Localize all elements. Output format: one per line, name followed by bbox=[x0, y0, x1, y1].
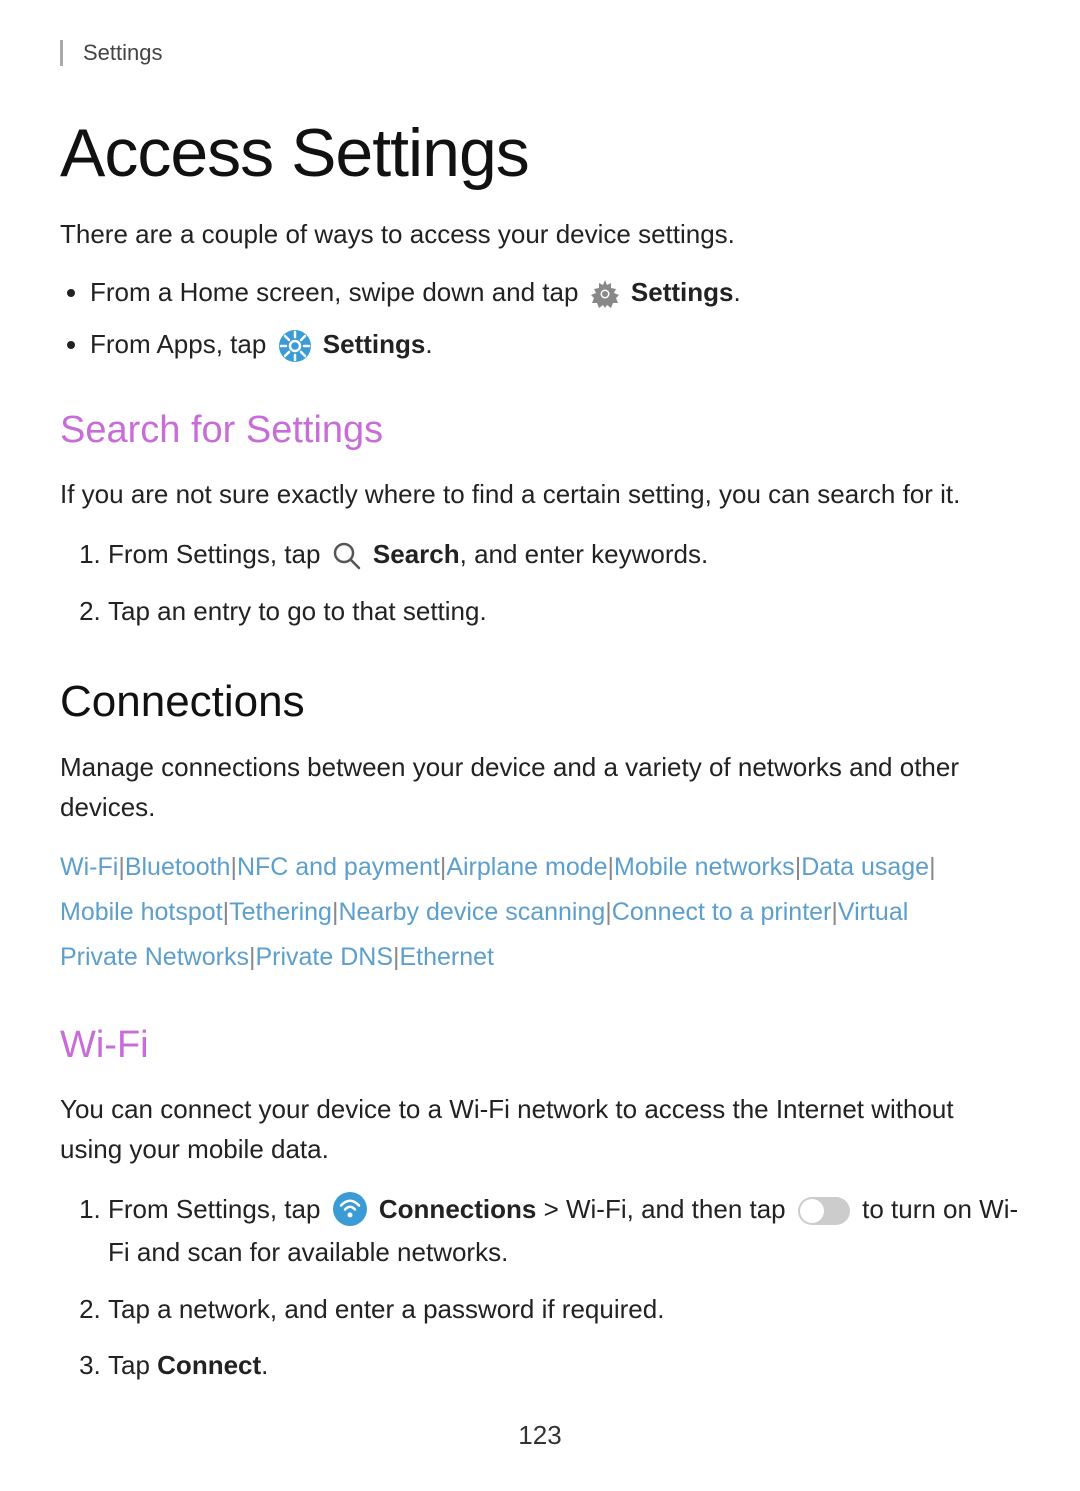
access-bullet-2: From Apps, tap Settings. bbox=[90, 324, 1020, 366]
wifi-step3-bold: Connect bbox=[157, 1350, 261, 1380]
link-bluetooth[interactable]: Bluetooth bbox=[125, 853, 231, 881]
connections-title: Connections bbox=[60, 677, 1020, 727]
link-ethernet[interactable]: Ethernet bbox=[400, 943, 495, 971]
wifi-steps-list: From Settings, tap Connections > Wi-Fi, … bbox=[108, 1188, 1020, 1388]
step1-prefix: From Settings, tap bbox=[108, 539, 320, 569]
wifi-step-3: Tap Connect. bbox=[108, 1344, 1020, 1387]
bullet2-suffix: . bbox=[425, 329, 432, 359]
link-tethering[interactable]: Tethering bbox=[229, 898, 332, 926]
wifi-step-1: From Settings, tap Connections > Wi-Fi, … bbox=[108, 1188, 1020, 1274]
wifi-step3-suffix: . bbox=[261, 1350, 268, 1380]
bullet2-bold: Settings bbox=[323, 329, 426, 359]
page-container: Settings Access Settings There are a cou… bbox=[0, 0, 1080, 1491]
wifi-step1-prefix: From Settings, tap bbox=[108, 1194, 320, 1224]
link-mobile-hotspot[interactable]: Mobile hotspot bbox=[60, 898, 223, 926]
wifi-step3-prefix: Tap bbox=[108, 1350, 150, 1380]
connections-links: Wi-Fi|Bluetooth|NFC and payment|Airplane… bbox=[60, 845, 1020, 980]
link-data-usage[interactable]: Data usage bbox=[801, 853, 929, 881]
wifi-intro: You can connect your device to a Wi-Fi n… bbox=[60, 1089, 1020, 1170]
access-settings-section: Access Settings There are a couple of wa… bbox=[60, 114, 1020, 365]
search-settings-section: Search for Settings If you are not sure … bbox=[60, 409, 1020, 632]
search-settings-intro: If you are not sure exactly where to fin… bbox=[60, 474, 1020, 514]
link-wifi[interactable]: Wi-Fi bbox=[60, 853, 118, 881]
wifi-step1-connections: Connections bbox=[379, 1194, 536, 1224]
link-nearby-scanning[interactable]: Nearby device scanning bbox=[338, 898, 605, 926]
bullet1-prefix: From a Home screen, swipe down and tap bbox=[90, 277, 578, 307]
wifi-step-2: Tap a network, and enter a password if r… bbox=[108, 1288, 1020, 1331]
search-steps-list: From Settings, tap Search, and enter key… bbox=[108, 533, 1020, 633]
page-number: 123 bbox=[518, 1420, 561, 1451]
search-step-2: Tap an entry to go to that setting. bbox=[108, 590, 1020, 633]
search-step-1: From Settings, tap Search, and enter key… bbox=[108, 533, 1020, 576]
step1-suffix: , and enter keywords. bbox=[460, 539, 709, 569]
apps-settings-icon bbox=[278, 329, 312, 363]
access-settings-title: Access Settings bbox=[60, 114, 1020, 192]
link-airplane[interactable]: Airplane mode bbox=[446, 853, 607, 881]
connections-intro: Manage connections between your device a… bbox=[60, 747, 1020, 828]
connections-wifi-icon bbox=[332, 1191, 368, 1227]
access-settings-list: From a Home screen, swipe down and tap S… bbox=[90, 272, 1020, 365]
bullet1-suffix: . bbox=[734, 277, 741, 307]
search-icon bbox=[332, 541, 362, 571]
wifi-section: Wi-Fi You can connect your device to a W… bbox=[60, 1024, 1020, 1387]
bullet1-bold: Settings bbox=[631, 277, 734, 307]
toggle-icon bbox=[798, 1197, 850, 1225]
access-settings-intro: There are a couple of ways to access you… bbox=[60, 214, 1020, 254]
link-private-dns[interactable]: Private DNS bbox=[255, 943, 393, 971]
link-mobile-networks[interactable]: Mobile networks bbox=[614, 853, 795, 881]
wifi-step1-middle: > Wi-Fi, and then tap bbox=[544, 1194, 786, 1224]
access-bullet-1: From a Home screen, swipe down and tap S… bbox=[90, 272, 1020, 314]
breadcrumb: Settings bbox=[60, 40, 1020, 66]
link-nfc[interactable]: NFC and payment bbox=[237, 853, 440, 881]
step1-bold: Search bbox=[373, 539, 460, 569]
link-connect-printer[interactable]: Connect to a printer bbox=[612, 898, 832, 926]
connections-section: Connections Manage connections between y… bbox=[60, 677, 1020, 981]
wifi-title: Wi-Fi bbox=[60, 1024, 1020, 1067]
bullet2-prefix: From Apps, tap bbox=[90, 329, 266, 359]
gear-icon bbox=[589, 278, 621, 310]
search-settings-title: Search for Settings bbox=[60, 409, 1020, 452]
